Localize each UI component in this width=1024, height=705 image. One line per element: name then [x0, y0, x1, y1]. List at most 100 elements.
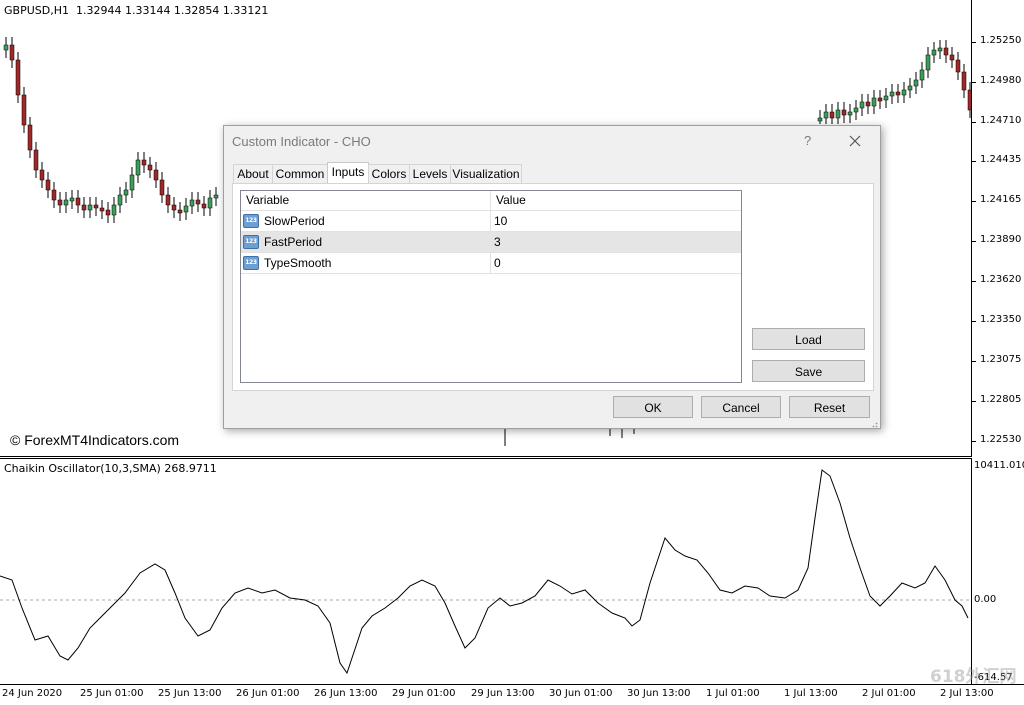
time-label: 25 Jun 01:00 [80, 688, 144, 699]
price-tick [972, 281, 976, 282]
candle-body [3, 44, 9, 51]
price-label: 1.23350 [980, 314, 1022, 325]
candle-body [39, 169, 45, 181]
candle-body [135, 159, 141, 176]
candle-body [817, 117, 823, 122]
table-row[interactable]: 123 FastPeriod 3 [241, 231, 741, 252]
candle-body [63, 199, 69, 206]
variable-value[interactable]: 10 [494, 211, 507, 231]
candle-body [141, 159, 147, 166]
candle-body [93, 204, 99, 209]
variable-name: SlowPeriod [264, 214, 325, 228]
tab-common[interactable]: Common [272, 164, 328, 183]
time-label: 30 Jun 13:00 [627, 688, 691, 699]
table-row[interactable]: 123 SlowPeriod 10 [241, 210, 741, 231]
candle-body [889, 91, 895, 97]
candle-body [853, 107, 859, 113]
chaikin-line [0, 469, 969, 675]
cancel-button[interactable]: Cancel [701, 396, 781, 418]
tab-visualization[interactable]: Visualization [450, 164, 522, 183]
time-label: 25 Jun 13:00 [158, 688, 222, 699]
candle-body [201, 203, 207, 209]
candle-body [901, 89, 907, 96]
candle-body [75, 197, 81, 206]
resize-grip-icon[interactable] [870, 418, 878, 428]
candle-body [841, 109, 847, 116]
variable-name: FastPeriod [264, 235, 323, 249]
candle-body [207, 197, 213, 209]
price-tick [972, 201, 976, 202]
time-label: 29 Jun 13:00 [471, 688, 535, 699]
integer-icon: 123 [243, 256, 259, 270]
tab-colors[interactable]: Colors [368, 164, 410, 183]
price-label: 1.23890 [980, 234, 1022, 245]
column-value[interactable]: Value [491, 191, 741, 209]
price-tick [972, 42, 976, 43]
price-label: 1.22530 [980, 434, 1022, 445]
candle-body [925, 54, 931, 71]
candle-body [949, 54, 955, 61]
ok-button[interactable]: OK [613, 396, 693, 418]
indicator-window[interactable]: Chaikin Oscillator(10,3,SMA) 268.9711 10… [0, 458, 1024, 685]
candle-body [165, 194, 171, 206]
candle-body [171, 204, 177, 211]
corner-watermark: 618外汇网 [930, 667, 1017, 687]
candle-body [51, 189, 57, 201]
candle-body [871, 97, 877, 107]
candle-body [961, 71, 967, 91]
time-label: 29 Jun 01:00 [392, 688, 456, 699]
help-button[interactable]: ? [804, 133, 811, 148]
time-label: 26 Jun 13:00 [314, 688, 378, 699]
time-label: 2 Jul 01:00 [862, 688, 916, 699]
price-label: 1.24435 [980, 154, 1022, 165]
table-row[interactable]: 123 TypeSmooth 0 [241, 252, 741, 274]
price-label: 1.22805 [980, 394, 1022, 405]
price-tick [972, 361, 976, 362]
price-label: 1.24710 [980, 115, 1022, 126]
load-button[interactable]: Load [752, 328, 865, 350]
variable-value[interactable]: 0 [494, 253, 501, 273]
price-label: 1.23620 [980, 274, 1022, 285]
time-label: 2 Jul 13:00 [940, 688, 994, 699]
reset-button[interactable]: Reset [789, 396, 870, 418]
time-label: 30 Jun 01:00 [549, 688, 613, 699]
tab-levels[interactable]: Levels [409, 164, 451, 183]
close-icon[interactable] [844, 130, 866, 152]
indicator-top-label: 10411.010 [974, 460, 1024, 471]
variable-value[interactable]: 3 [494, 232, 501, 252]
price-label: 1.24165 [980, 194, 1022, 205]
price-tick [972, 161, 976, 162]
custom-indicator-dialog[interactable]: Custom Indicator - CHO ? About Common In… [223, 125, 881, 429]
candle-body [117, 194, 123, 206]
price-label: 1.25250 [980, 35, 1022, 46]
price-tick [972, 122, 976, 123]
candle-body [195, 199, 201, 205]
time-label: 26 Jun 01:00 [236, 688, 300, 699]
dialog-title: Custom Indicator - CHO [232, 134, 371, 149]
tab-about[interactable]: About [233, 164, 273, 183]
time-label: 24 Jun 2020 [2, 688, 63, 699]
tab-inputs[interactable]: Inputs [327, 162, 369, 183]
candle-body [87, 204, 93, 211]
candle-body [57, 199, 63, 206]
candle-body [895, 91, 901, 96]
candle-body [907, 85, 913, 91]
candle-body [99, 207, 105, 212]
variable-name: TypeSmooth [264, 256, 332, 270]
candle-body [21, 94, 27, 126]
candle-body [913, 79, 919, 87]
candle-body [15, 59, 21, 96]
watermark: © ForexMT4Indicators.com [10, 432, 180, 448]
candle-body [213, 194, 219, 199]
candle-body [111, 204, 117, 216]
candle-body [189, 199, 195, 207]
candle-body [967, 89, 971, 111]
integer-icon: 123 [243, 214, 259, 228]
save-button[interactable]: Save [752, 360, 865, 382]
candle-body [877, 97, 883, 102]
candle-body [105, 209, 111, 216]
price-axis: 1.25250 1.24980 1.24710 1.24435 1.24165 1.238… [972, 0, 1024, 456]
candle-body [835, 109, 841, 119]
price-tick [972, 241, 976, 242]
column-variable[interactable]: Variable [241, 191, 491, 209]
